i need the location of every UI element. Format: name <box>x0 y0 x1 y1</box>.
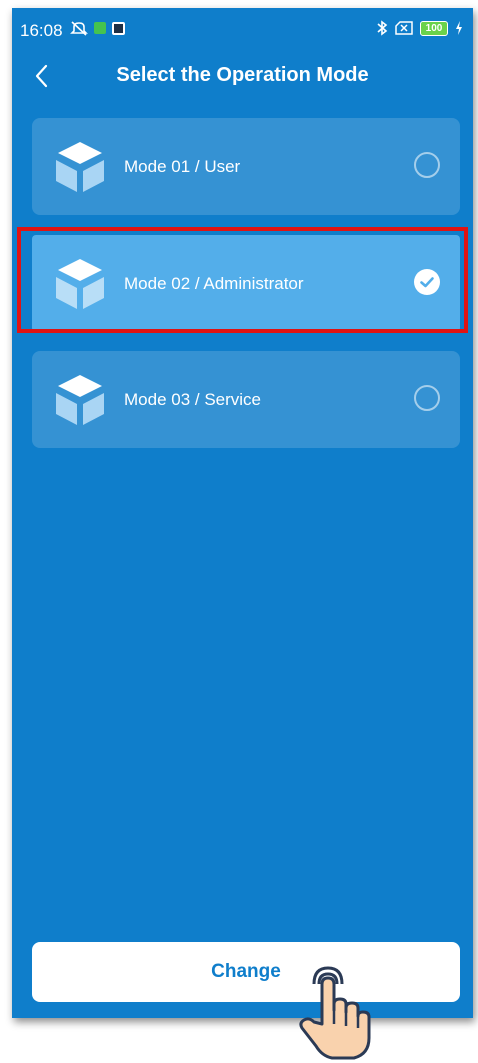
app-screen: 16:08 100 Select the Operation Mode Mode… <box>12 8 473 1018</box>
radio-unchecked-icon[interactable] <box>414 385 440 411</box>
no-sim-icon <box>395 21 413 35</box>
radio-unchecked-icon[interactable] <box>414 152 440 178</box>
mode-option-service[interactable]: Mode 03 / Service <box>32 351 460 448</box>
radio-checked-icon[interactable] <box>414 269 440 295</box>
change-button[interactable]: Change <box>32 942 460 1002</box>
battery-indicator: 100 <box>420 20 448 36</box>
notification-message-icon <box>112 21 125 35</box>
notification-app-icon <box>94 22 106 34</box>
page-title: Select the Operation Mode <box>116 64 369 86</box>
mute-icon <box>70 21 88 36</box>
bluetooth-icon <box>377 20 388 36</box>
mode-label-user: Mode 01 / User <box>124 157 241 176</box>
status-time: 16:08 <box>20 21 63 40</box>
mode-option-administrator[interactable]: Mode 02 / Administrator <box>32 235 460 332</box>
status-bar: 16:08 100 <box>12 8 473 50</box>
mode-option-user[interactable]: Mode 01 / User <box>32 118 460 215</box>
hand-pointer-icon <box>299 966 371 1060</box>
status-right-icons: 100 <box>376 20 463 36</box>
mode-label-service: Mode 03 / Service <box>124 390 262 409</box>
mode-label-administrator: Mode 02 / Administrator <box>124 274 304 293</box>
cube-icon <box>56 259 104 309</box>
charging-icon <box>456 21 462 35</box>
cube-icon <box>56 142 104 192</box>
cube-icon <box>56 375 104 425</box>
status-left-icons <box>70 20 125 36</box>
